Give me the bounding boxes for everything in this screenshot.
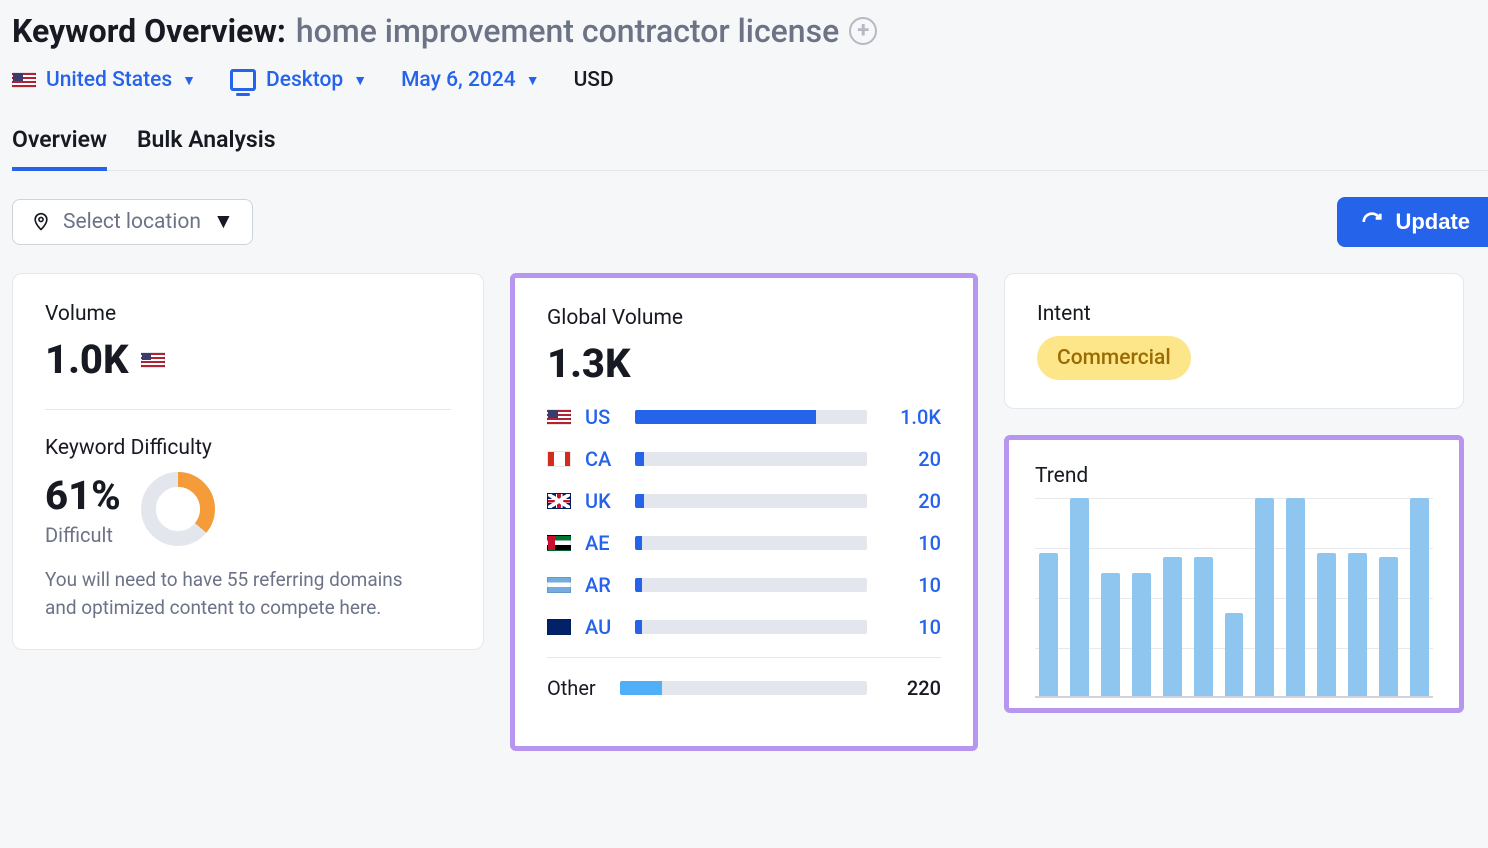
volume-value: 1.0K bbox=[45, 336, 451, 383]
toolbar: Select location ▼ Update bbox=[12, 197, 1488, 247]
global-volume-row[interactable]: UK 20 bbox=[547, 489, 941, 513]
global-volume-card: Global Volume 1.3K US 1.0K CA 20 UK 20 AE 10 AR 1… bbox=[510, 273, 978, 751]
volume-bar bbox=[635, 452, 867, 466]
tabs: Overview Bulk Analysis bbox=[12, 126, 1488, 171]
add-keyword-icon[interactable]: + bbox=[849, 17, 877, 45]
filter-bar: United States ▼ Desktop ▼ May 6, 2024 ▼ … bbox=[12, 68, 1488, 92]
country-code: AR bbox=[585, 573, 621, 597]
device-filter[interactable]: Desktop ▼ bbox=[230, 68, 367, 92]
keyword-text: home improvement contractor license bbox=[296, 12, 839, 50]
country-code: AE bbox=[585, 531, 621, 555]
page-title: Keyword Overview: home improvement contr… bbox=[12, 12, 1488, 50]
us-flag-icon bbox=[12, 72, 36, 88]
location-placeholder: Select location bbox=[63, 210, 201, 234]
volume-bar bbox=[635, 410, 867, 424]
date-filter[interactable]: May 6, 2024 ▼ bbox=[401, 68, 540, 92]
country-filter[interactable]: United States ▼ bbox=[12, 68, 196, 92]
chevron-down-icon: ▼ bbox=[182, 72, 196, 89]
global-volume-row[interactable]: US 1.0K bbox=[547, 405, 941, 429]
intent-card: Intent Commercial bbox=[1004, 273, 1464, 409]
country-label: United States bbox=[46, 68, 172, 92]
global-volume-label: Global Volume bbox=[547, 306, 941, 330]
update-button[interactable]: Update bbox=[1337, 197, 1488, 247]
us-flag-icon bbox=[547, 409, 571, 425]
chevron-down-icon: ▼ bbox=[213, 210, 234, 234]
date-label: May 6, 2024 bbox=[401, 68, 516, 92]
currency-label: USD bbox=[574, 68, 614, 92]
volume-value: 10 bbox=[881, 615, 941, 639]
volume-bar bbox=[635, 620, 867, 634]
ae-flag-icon bbox=[547, 535, 571, 551]
location-select[interactable]: Select location ▼ bbox=[12, 199, 253, 245]
trend-chart bbox=[1035, 498, 1433, 698]
trend-bar bbox=[1070, 498, 1089, 696]
volume-value: 20 bbox=[881, 447, 941, 471]
global-volume-row[interactable]: AR 10 bbox=[547, 573, 941, 597]
divider bbox=[45, 409, 451, 410]
trend-bar bbox=[1255, 498, 1274, 696]
trend-bar bbox=[1410, 498, 1429, 696]
chevron-down-icon: ▼ bbox=[526, 72, 540, 89]
kd-label: Keyword Difficulty bbox=[45, 436, 451, 460]
global-volume-row[interactable]: CA 20 bbox=[547, 447, 941, 471]
us-flag-icon bbox=[141, 352, 165, 368]
volume-card: Volume 1.0K Keyword Difficulty 61% Diffi… bbox=[12, 273, 484, 650]
trend-bar bbox=[1163, 557, 1182, 696]
update-label: Update bbox=[1395, 209, 1470, 235]
global-volume-row[interactable]: AE 10 bbox=[547, 531, 941, 555]
map-pin-icon bbox=[31, 212, 51, 232]
trend-bar bbox=[1194, 557, 1213, 696]
volume-bar bbox=[635, 494, 867, 508]
uk-flag-icon bbox=[547, 493, 571, 509]
other-bar bbox=[620, 681, 867, 695]
volume-value: 10 bbox=[881, 531, 941, 555]
trend-bar bbox=[1286, 498, 1305, 696]
trend-label: Trend bbox=[1035, 464, 1433, 488]
volume-value: 1.0K bbox=[881, 405, 941, 429]
kd-description: You will need to have 55 referring domai… bbox=[45, 566, 425, 621]
global-volume-other-row: Other 220 bbox=[547, 657, 941, 700]
tab-overview[interactable]: Overview bbox=[12, 126, 107, 171]
country-code: US bbox=[585, 405, 621, 429]
other-label: Other bbox=[547, 676, 596, 700]
volume-bar bbox=[635, 536, 867, 550]
tab-bulk-analysis[interactable]: Bulk Analysis bbox=[137, 126, 276, 170]
country-code: UK bbox=[585, 489, 621, 513]
kd-donut-chart bbox=[139, 470, 217, 548]
trend-bar bbox=[1039, 553, 1058, 696]
intent-badge: Commercial bbox=[1037, 336, 1191, 380]
trend-bar bbox=[1379, 557, 1398, 696]
trend-bar bbox=[1132, 573, 1151, 696]
ar-flag-icon bbox=[547, 577, 571, 593]
global-volume-row[interactable]: AU 10 bbox=[547, 615, 941, 639]
device-label: Desktop bbox=[266, 68, 343, 92]
cards-row: Volume 1.0K Keyword Difficulty 61% Diffi… bbox=[12, 273, 1488, 751]
country-code: AU bbox=[585, 615, 621, 639]
chevron-down-icon: ▼ bbox=[353, 72, 367, 89]
desktop-icon bbox=[230, 69, 256, 91]
volume-label: Volume bbox=[45, 302, 451, 326]
kd-level: Difficult bbox=[45, 523, 121, 547]
title-prefix: Keyword Overview: bbox=[12, 12, 286, 50]
intent-label: Intent bbox=[1037, 302, 1431, 326]
refresh-icon bbox=[1361, 211, 1383, 233]
trend-bar bbox=[1225, 613, 1244, 696]
country-code: CA bbox=[585, 447, 621, 471]
other-value: 220 bbox=[881, 676, 941, 700]
volume-value: 20 bbox=[881, 489, 941, 513]
au-flag-icon bbox=[547, 619, 571, 635]
volume-bar bbox=[635, 578, 867, 592]
global-volume-total: 1.3K bbox=[547, 340, 941, 387]
ca-flag-icon bbox=[547, 451, 571, 467]
volume-value: 10 bbox=[881, 573, 941, 597]
kd-percent: 61% bbox=[45, 472, 121, 519]
trend-bar bbox=[1348, 553, 1367, 696]
trend-bar bbox=[1317, 553, 1336, 696]
trend-bar bbox=[1101, 573, 1120, 696]
kd-row: 61% Difficult bbox=[45, 470, 451, 548]
trend-card: Trend bbox=[1004, 435, 1464, 713]
